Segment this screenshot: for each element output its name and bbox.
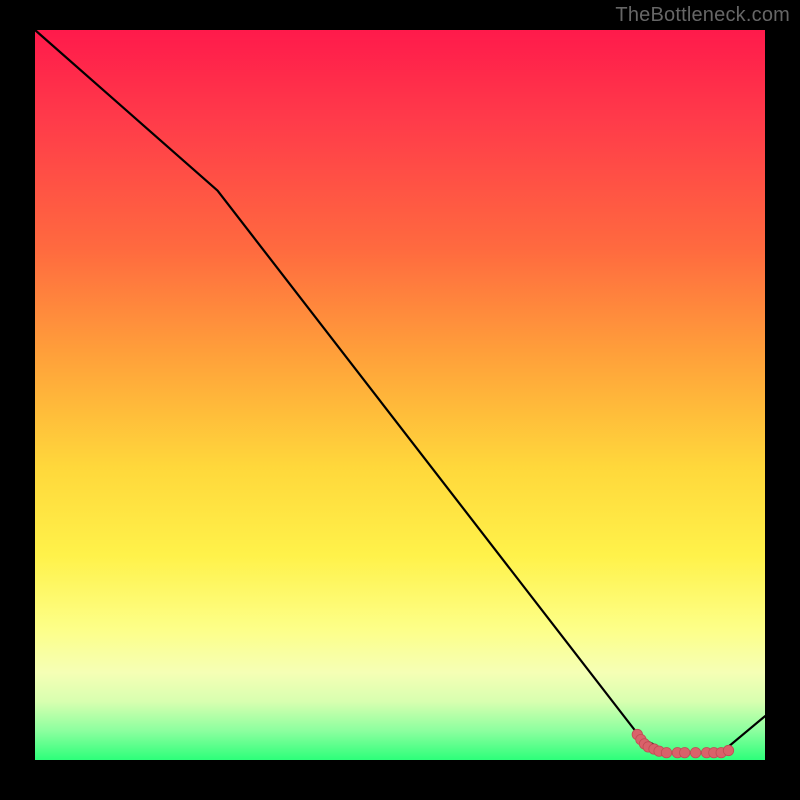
curve-markers xyxy=(632,729,734,758)
chart-frame: TheBottleneck.com xyxy=(0,0,800,800)
attribution-text: TheBottleneck.com xyxy=(615,4,790,27)
chart-overlay xyxy=(35,30,765,760)
curve-marker xyxy=(723,745,733,755)
bottleneck-curve-line xyxy=(35,30,765,753)
curve-marker xyxy=(690,748,700,758)
curve-marker xyxy=(680,748,690,758)
curve-marker xyxy=(661,748,671,758)
